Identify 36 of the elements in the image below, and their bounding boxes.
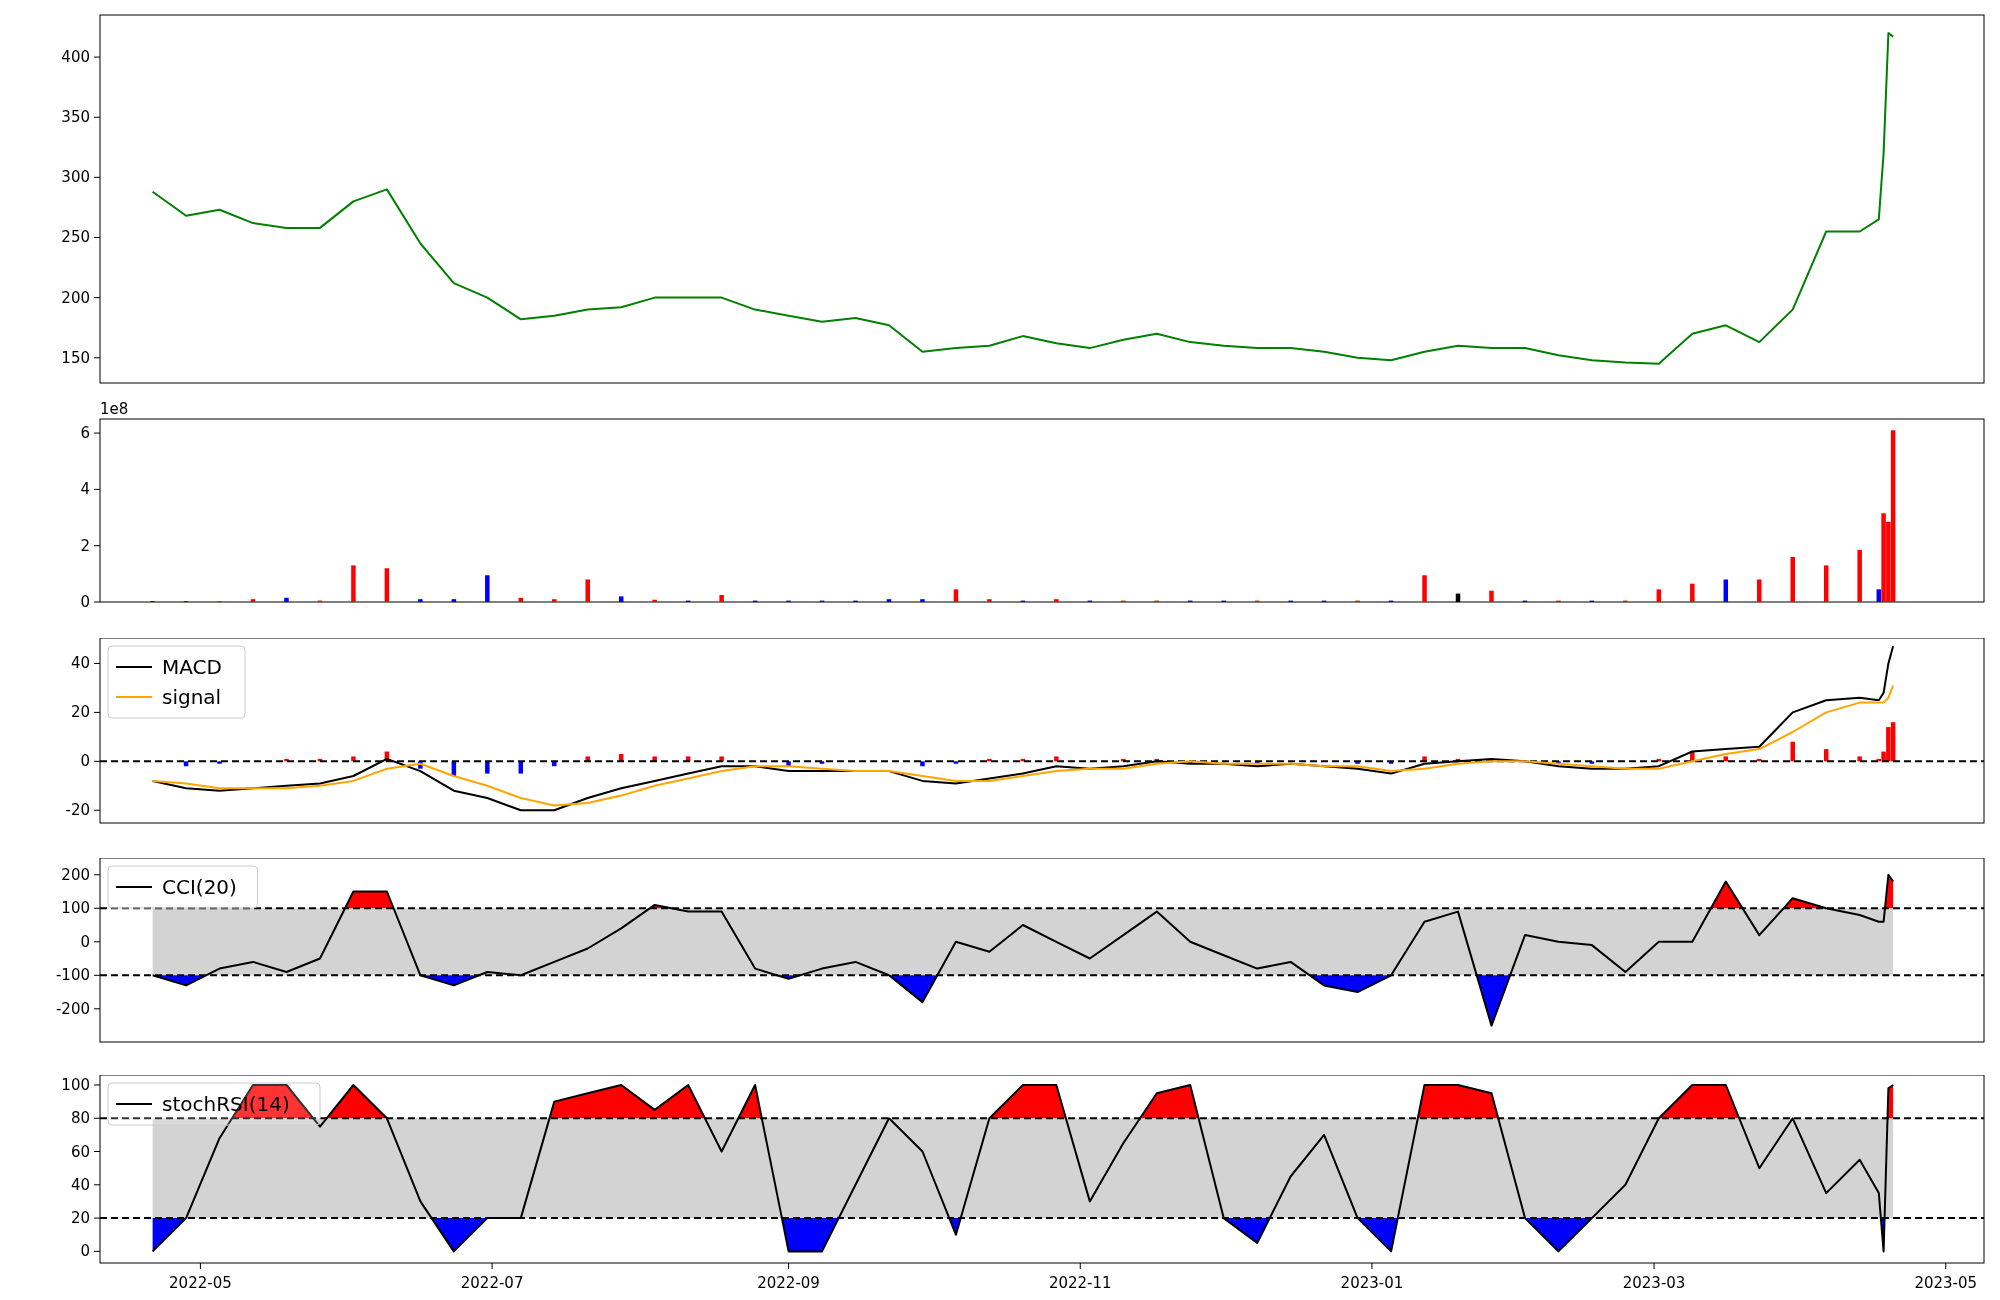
legend-label: signal: [162, 685, 222, 709]
x-tick-label: 2022-09: [757, 1274, 820, 1292]
y-tick-label: 0: [80, 1242, 90, 1261]
legend-label: CCI(20): [162, 875, 237, 899]
y-tick-label: 4: [80, 480, 90, 499]
y-tick-label: 200: [61, 288, 90, 307]
y-tick-label: 40: [70, 1175, 90, 1194]
x-tick-label: 2023-01: [1340, 1274, 1404, 1292]
y-tick-label: 250: [61, 228, 90, 247]
x-tick-label: 2023-05: [1914, 1274, 1978, 1292]
y-tick-label: 0: [80, 932, 90, 951]
y-tick-label: 0: [80, 752, 90, 771]
x-tick-label: 2022-11: [1048, 1274, 1112, 1292]
y-tick-label: -200: [55, 999, 90, 1018]
x-tick-label: 2022-05: [169, 1274, 232, 1292]
x-tick-label: 2023-03: [1622, 1274, 1686, 1292]
y-tick-label: 350: [61, 108, 90, 127]
y-tick-label: 2: [80, 536, 90, 555]
y-tick-label: 400: [61, 48, 90, 67]
y-tick-label: 80: [70, 1109, 90, 1128]
y-tick-label: 200: [61, 865, 90, 884]
y-tick-label: -20: [65, 801, 90, 820]
y-tick-label: 40: [70, 654, 90, 673]
y-tick-label: 100: [61, 1076, 90, 1094]
y-tick-label: -100: [55, 966, 90, 985]
y-tick-label: 20: [70, 703, 90, 722]
y-tick-label: 150: [61, 348, 90, 367]
y-tick-label: 20: [70, 1209, 90, 1228]
y-tick-label: 60: [70, 1142, 90, 1161]
scale-label: 1e8: [100, 400, 129, 418]
x-tick-label: 2022-07: [460, 1274, 524, 1292]
y-tick-label: 0: [80, 593, 90, 611]
y-tick-label: 6: [80, 424, 90, 443]
y-tick-label: 100: [61, 899, 90, 918]
y-tick-label: 300: [61, 168, 90, 187]
legend-label: MACD: [162, 655, 222, 679]
